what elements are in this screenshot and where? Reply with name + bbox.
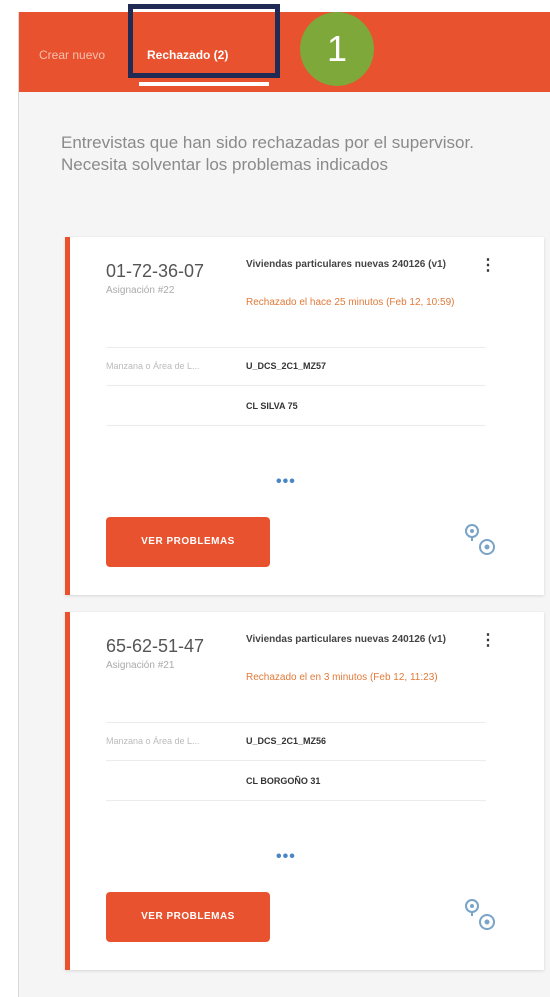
step-badge: 1 <box>300 12 374 86</box>
divider <box>106 800 486 801</box>
top-bar: Crear nuevo Rechazado (2) <box>19 12 550 92</box>
address-value: CL SILVA 75 <box>246 401 298 411</box>
tab-create-new[interactable]: Crear nuevo <box>39 48 105 62</box>
assignment-label: Asignación #22 <box>106 285 175 296</box>
questionnaire-title: Viviendas particulares nuevas 240126 (v1… <box>246 259 446 270</box>
interview-card: 01-72-36-07 Asignación #22 Viviendas par… <box>65 237 544 595</box>
intro-text: Entrevistas que han sido rechazadas por … <box>61 133 474 174</box>
address-value: CL BORGOÑO 31 <box>246 776 321 786</box>
map-pin-icon[interactable] <box>460 519 500 563</box>
view-problems-button[interactable]: VER PROBLEMAS <box>106 892 270 942</box>
rejected-panel: Entrevistas que han sido rechazadas por … <box>19 92 550 997</box>
field-value: U_DCS_2C1_MZ56 <box>246 736 327 746</box>
app-frame: Crear nuevo Rechazado (2) Entrevistas qu… <box>18 12 550 997</box>
interview-id: 65-62-51-47 <box>106 636 205 656</box>
rejected-status: Rechazado el hace 25 minutos (Feb 12, 10… <box>246 297 455 308</box>
divider <box>106 385 486 386</box>
questionnaire-title: Viviendas particulares nuevas 240126 (v1… <box>246 634 446 645</box>
field-value: U_DCS_2C1_MZ57 <box>246 361 327 371</box>
rejected-status: Rechazado el en 3 minutos (Feb 12, 11:23… <box>246 672 438 683</box>
divider <box>106 760 486 761</box>
view-problems-button[interactable]: VER PROBLEMAS <box>106 517 270 567</box>
map-pin-icon[interactable] <box>460 894 500 938</box>
field-key: Manzana o Área de L... <box>106 361 200 371</box>
menu-dots-icon[interactable]: ⋮ <box>480 257 496 275</box>
menu-dots-icon[interactable]: ⋮ <box>480 632 496 650</box>
highlight-box <box>128 4 280 78</box>
divider <box>106 347 486 348</box>
more-details-link[interactable]: ••• <box>276 848 296 866</box>
divider <box>106 425 486 426</box>
interview-card: 65-62-51-47 Asignación #21 Viviendas par… <box>65 612 544 970</box>
interview-id: 01-72-36-07 <box>106 261 205 281</box>
active-tab-indicator <box>139 82 269 86</box>
assignment-label: Asignación #21 <box>106 660 175 671</box>
divider <box>106 722 486 723</box>
field-key: Manzana o Área de L... <box>106 736 200 746</box>
more-details-link[interactable]: ••• <box>276 473 296 491</box>
